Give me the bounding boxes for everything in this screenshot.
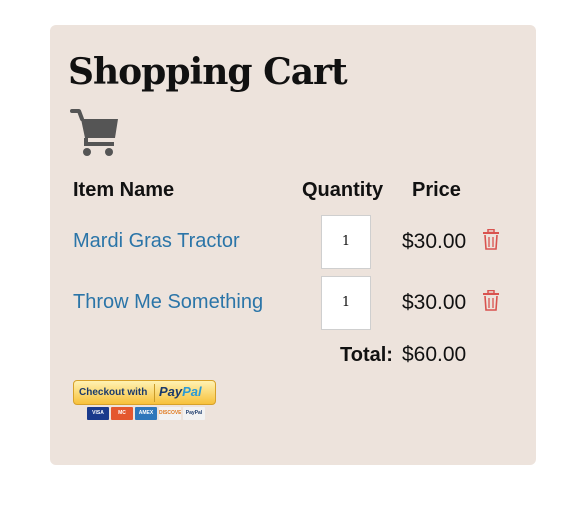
cart-item-row: Mardi Gras Tractor $30.00 <box>50 215 536 271</box>
paypal-card-icon: PayPal <box>183 407 205 420</box>
item-price: $30.00 <box>402 291 467 314</box>
trash-icon[interactable] <box>482 229 500 250</box>
item-name-link[interactable]: Mardi Gras Tractor <box>73 230 240 253</box>
paypal-logo: PayPal <box>159 384 202 399</box>
mastercard-icon: MC <box>111 407 133 420</box>
paypal-checkout-button[interactable]: Checkout with PayPal VISA MC AMEX DISCOV… <box>73 380 216 420</box>
shopping-cart-icon <box>70 109 118 156</box>
column-header-price: Price <box>412 179 461 201</box>
shopping-cart-panel: Shopping Cart Item Name Quantity Price M… <box>50 25 536 465</box>
visa-card-icon: VISA <box>87 407 109 420</box>
amex-card-icon: AMEX <box>135 407 157 420</box>
column-header-item-name: Item Name <box>73 179 175 201</box>
cart-item-row: Throw Me Something $30.00 <box>50 276 536 332</box>
item-price: $30.00 <box>402 230 467 253</box>
quantity-input[interactable] <box>321 215 371 269</box>
payment-card-logos: VISA MC AMEX DISCOVER PayPal <box>87 407 205 420</box>
discover-card-icon: DISCOVER <box>159 407 181 420</box>
paypal-button-face: Checkout with PayPal <box>73 380 216 405</box>
total-label: Total: <box>340 344 393 366</box>
item-name-link[interactable]: Throw Me Something <box>73 291 263 314</box>
trash-icon[interactable] <box>482 290 500 311</box>
column-header-quantity: Quantity <box>302 179 384 201</box>
paypal-divider <box>154 384 155 402</box>
quantity-input[interactable] <box>321 276 371 330</box>
checkout-label: Checkout with <box>79 387 148 398</box>
total-value: $60.00 <box>402 343 467 366</box>
page-title: Shopping Cart <box>68 51 348 93</box>
